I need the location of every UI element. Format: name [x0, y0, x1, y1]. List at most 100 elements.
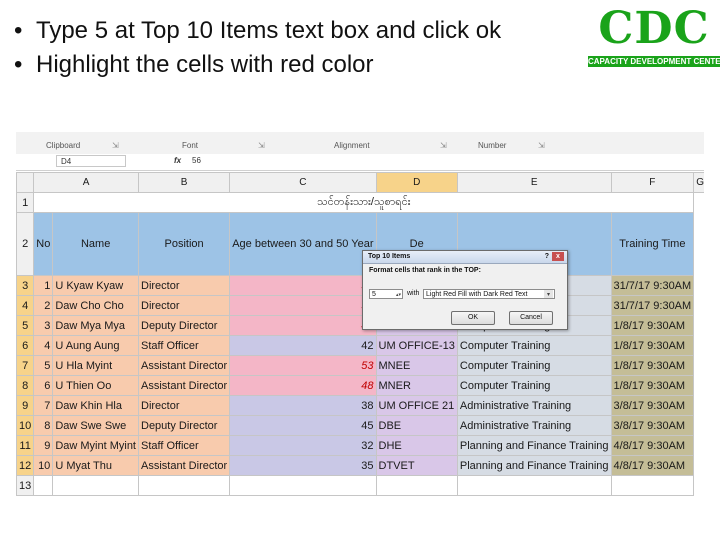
- empty-cell[interactable]: [137, 475, 231, 496]
- cell-training[interactable]: Planning and Finance Training: [456, 435, 612, 456]
- cell-department[interactable]: MNER: [375, 375, 458, 396]
- row-header[interactable]: 12: [16, 455, 35, 476]
- cell-department[interactable]: UM OFFICE 21: [375, 395, 458, 416]
- row-header[interactable]: 6: [16, 335, 35, 356]
- cancel-button[interactable]: Cancel: [509, 311, 553, 325]
- cell-training-time[interactable]: 31/7/17 9:30AM: [610, 295, 695, 316]
- cell-age[interactable]: 35: [229, 455, 377, 476]
- cell-training-time[interactable]: 31/7/17 9:30AM: [610, 275, 695, 296]
- cell-name[interactable]: U Hla Myint: [52, 355, 139, 376]
- format-select[interactable]: Light Red Fill with Dark Red Text ▾: [423, 289, 555, 299]
- cell-department[interactable]: MNEE: [375, 355, 458, 376]
- cell-position[interactable]: Staff Officer: [137, 435, 231, 456]
- cell-training[interactable]: Planning and Finance Training: [456, 455, 612, 476]
- column-header-c[interactable]: C: [229, 172, 377, 193]
- row-header[interactable]: 5: [16, 315, 35, 336]
- cell-age[interactable]: 32: [229, 435, 377, 456]
- cell-training[interactable]: Computer Training: [456, 375, 612, 396]
- row-header[interactable]: 8: [16, 375, 35, 396]
- top-count-input[interactable]: 5 ▴▾: [369, 289, 403, 299]
- cell-name[interactable]: U Kyaw Kyaw: [52, 275, 139, 296]
- cell-department[interactable]: DBE: [375, 415, 458, 436]
- sheet-title[interactable]: သင်တန်းသား/သူစာရင်း: [33, 192, 695, 213]
- cell-position[interactable]: Staff Officer: [137, 335, 231, 356]
- cell-training[interactable]: Computer Training: [456, 335, 612, 356]
- empty-cell[interactable]: [456, 475, 612, 496]
- row-header[interactable]: 10: [16, 415, 35, 436]
- cell-age[interactable]: 56: [229, 295, 377, 316]
- empty-cell[interactable]: [610, 475, 695, 496]
- ok-button[interactable]: OK: [451, 311, 495, 325]
- cell-training-time[interactable]: 1/8/17 9:30AM: [610, 355, 695, 376]
- cell-name[interactable]: Daw Swe Swe: [52, 415, 139, 436]
- alignment-launcher-icon[interactable]: ⇲: [440, 141, 447, 150]
- cell-no[interactable]: 3: [33, 315, 54, 336]
- cell-training[interactable]: Administrative Training: [456, 415, 612, 436]
- header-age[interactable]: Age between 30 and 50 Year: [229, 212, 377, 276]
- cell-no[interactable]: 10: [33, 455, 54, 476]
- column-header-d[interactable]: D: [375, 172, 458, 193]
- cell-no[interactable]: 6: [33, 375, 54, 396]
- select-all-corner[interactable]: [16, 172, 35, 193]
- cell-training[interactable]: Administrative Training: [456, 395, 612, 416]
- header-training-time[interactable]: Training Time: [610, 212, 695, 276]
- ribbon-group-alignment[interactable]: Alignment: [334, 141, 370, 150]
- clipboard-launcher-icon[interactable]: ⇲: [112, 141, 119, 150]
- header-no[interactable]: No: [33, 212, 54, 276]
- ribbon-group-clipboard[interactable]: Clipboard: [46, 141, 80, 150]
- cell-position[interactable]: Deputy Director: [137, 415, 231, 436]
- font-launcher-icon[interactable]: ⇲: [258, 141, 265, 150]
- formula-input[interactable]: 56: [192, 156, 201, 165]
- column-header-g[interactable]: G: [693, 172, 704, 193]
- cell-position[interactable]: Assistant Director: [137, 455, 231, 476]
- cell-no[interactable]: 1: [33, 275, 54, 296]
- help-icon[interactable]: ?: [545, 251, 549, 263]
- empty-cell[interactable]: [375, 475, 458, 496]
- cell-department[interactable]: UM OFFICE-13: [375, 335, 458, 356]
- cell-no[interactable]: 9: [33, 435, 54, 456]
- cell-training-time[interactable]: 3/8/17 9:30AM: [610, 395, 695, 416]
- header-position[interactable]: Position: [137, 212, 231, 276]
- cell-position[interactable]: Deputy Director: [137, 315, 231, 336]
- empty-cell[interactable]: [52, 475, 139, 496]
- column-header-b[interactable]: B: [137, 172, 231, 193]
- cell-name[interactable]: Daw Cho Cho: [52, 295, 139, 316]
- cell-name[interactable]: U Thien Oo: [52, 375, 139, 396]
- cell-training-time[interactable]: 4/8/17 9:30AM: [610, 455, 695, 476]
- header-name[interactable]: Name: [52, 212, 139, 276]
- cell-name[interactable]: Daw Myint Myint: [52, 435, 139, 456]
- name-box[interactable]: D4: [56, 155, 126, 167]
- row-header[interactable]: 11: [16, 435, 35, 456]
- cell-position[interactable]: Director: [137, 395, 231, 416]
- cell-training-time[interactable]: 3/8/17 9:30AM: [610, 415, 695, 436]
- cell-age[interactable]: 47: [229, 315, 377, 336]
- cell-no[interactable]: 4: [33, 335, 54, 356]
- row-header[interactable]: 3: [16, 275, 35, 296]
- close-icon[interactable]: x: [552, 252, 564, 261]
- cell-training[interactable]: Computer Training: [456, 355, 612, 376]
- number-launcher-icon[interactable]: ⇲: [538, 141, 545, 150]
- cell-position[interactable]: Assistant Director: [137, 355, 231, 376]
- ribbon-group-font[interactable]: Font: [182, 141, 198, 150]
- cell-age[interactable]: 53: [229, 275, 377, 296]
- dialog-titlebar[interactable]: Top 10 Items ? x: [363, 251, 567, 264]
- cell-name[interactable]: Daw Mya Mya: [52, 315, 139, 336]
- cell-department[interactable]: DHE: [375, 435, 458, 456]
- cell-position[interactable]: Assistant Director: [137, 375, 231, 396]
- cell-age[interactable]: 38: [229, 395, 377, 416]
- cell-no[interactable]: 2: [33, 295, 54, 316]
- empty-cell[interactable]: [33, 475, 54, 496]
- cell-age[interactable]: 48: [229, 375, 377, 396]
- row-header[interactable]: 7: [16, 355, 35, 376]
- row-header[interactable]: 2: [16, 212, 35, 276]
- column-header-a[interactable]: A: [33, 172, 139, 193]
- cell-age[interactable]: 45: [229, 415, 377, 436]
- cell-position[interactable]: Director: [137, 295, 231, 316]
- cell-training-time[interactable]: 1/8/17 9:30AM: [610, 335, 695, 356]
- empty-cell[interactable]: [229, 475, 377, 496]
- cell-no[interactable]: 8: [33, 415, 54, 436]
- cell-position[interactable]: Director: [137, 275, 231, 296]
- row-header[interactable]: 9: [16, 395, 35, 416]
- cell-no[interactable]: 5: [33, 355, 54, 376]
- cell-name[interactable]: U Aung Aung: [52, 335, 139, 356]
